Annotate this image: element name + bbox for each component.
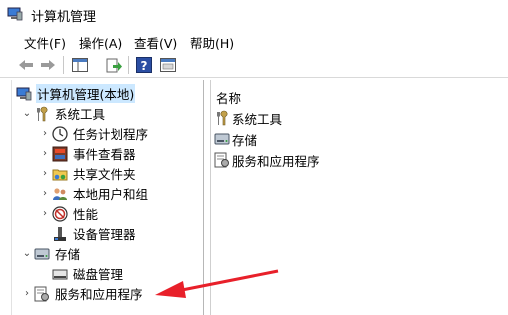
services-icon [214,152,230,168]
column-header-name[interactable]: 名称 [216,88,241,107]
chevron-right-icon[interactable]: › [38,128,52,139]
tools-icon [34,106,50,122]
tree-item-label: 系统工具 [55,107,106,122]
chevron-down-icon[interactable]: ⌄ [20,248,34,259]
tree-item-label: 服务和应用程序 [55,287,143,302]
tree-item-local-users[interactable]: › 本地用户和组 [38,184,149,203]
list-item[interactable]: 服务和应用程序 [214,151,320,169]
tree-item-storage[interactable]: ⌄ 存储 [20,244,81,263]
shared-folder-icon [52,166,68,182]
tools-icon [214,110,230,126]
menu-file[interactable]: 文件(F) [24,33,66,52]
toolbar: ? [0,52,508,78]
services-icon [34,286,50,302]
annotation-arrow-icon [155,269,279,298]
toolbar-separator [63,56,64,74]
title-bar: 计算机管理 [0,0,508,30]
computer-management-icon [7,7,23,21]
menu-view[interactable]: 查看(V) [134,33,177,52]
menu-help[interactable]: 帮助(H) [190,33,234,52]
tree-item-label: 任务计划程序 [73,127,149,142]
menu-action[interactable]: 操作(A) [79,33,122,52]
back-icon[interactable] [16,55,36,75]
tree-item-event-viewer[interactable]: › 事件查看器 [38,144,137,163]
tree-item-label: 存储 [55,247,81,262]
tree-item-performance[interactable]: › 性能 [38,204,99,223]
tree-item-shared-folders[interactable]: › 共享文件夹 [38,164,137,183]
users-icon [52,186,68,202]
chevron-right-icon[interactable]: › [38,188,52,199]
toolbar-separator [128,56,129,74]
list-item-label: 存储 [232,132,258,148]
tree-item-system-tools[interactable]: ⌄ 系统工具 [20,104,106,123]
tree-item-label: 磁盘管理 [73,267,124,282]
chevron-right-icon[interactable]: › [20,288,34,299]
storage-icon [214,131,230,147]
tree-item-label: 共享文件夹 [73,167,136,182]
tree-item-device-manager[interactable]: 设备管理器 [52,224,137,243]
clock-icon [52,125,68,142]
performance-icon [52,205,68,222]
chevron-right-icon[interactable]: › [38,208,52,219]
menu-bar: 文件(F) 操作(A) 查看(V) 帮助(H) [0,30,508,52]
tree-item-label: 性能 [73,207,99,222]
storage-icon [34,246,50,262]
tree-item-label: 设备管理器 [73,227,136,242]
show-hide-tree-icon[interactable] [70,55,90,75]
window-title: 计算机管理 [31,10,97,25]
tree-item-services-apps[interactable]: › 服务和应用程序 [20,284,144,303]
svg-text:?: ? [141,59,148,73]
tree-item-task-scheduler[interactable]: › 任务计划程序 [38,124,149,143]
computer-management-icon [16,86,32,102]
chevron-down-icon[interactable]: ⌄ [20,108,34,119]
list-item[interactable]: 存储 [214,130,257,148]
help-icon[interactable]: ? [134,55,154,75]
export-icon[interactable] [104,55,124,75]
chevron-right-icon[interactable]: › [38,168,52,179]
event-viewer-icon [52,146,68,162]
device-manager-icon [52,226,68,242]
chevron-right-icon[interactable]: › [38,148,52,159]
tree-item-label: 事件查看器 [73,147,136,162]
tree-item-label: 计算机管理(本地) [36,84,136,103]
tree-item-root[interactable]: 计算机管理(本地) [16,84,136,103]
tree-item-label: 本地用户和组 [73,187,149,202]
tree-item-disk-management[interactable]: 磁盘管理 [52,264,124,283]
list-item-label: 系统工具 [232,111,283,127]
disk-icon [52,266,68,282]
forward-icon[interactable] [38,55,58,75]
list-item[interactable]: 系统工具 [214,109,282,127]
properties-icon[interactable] [158,55,178,75]
list-item-label: 服务和应用程序 [232,153,320,169]
